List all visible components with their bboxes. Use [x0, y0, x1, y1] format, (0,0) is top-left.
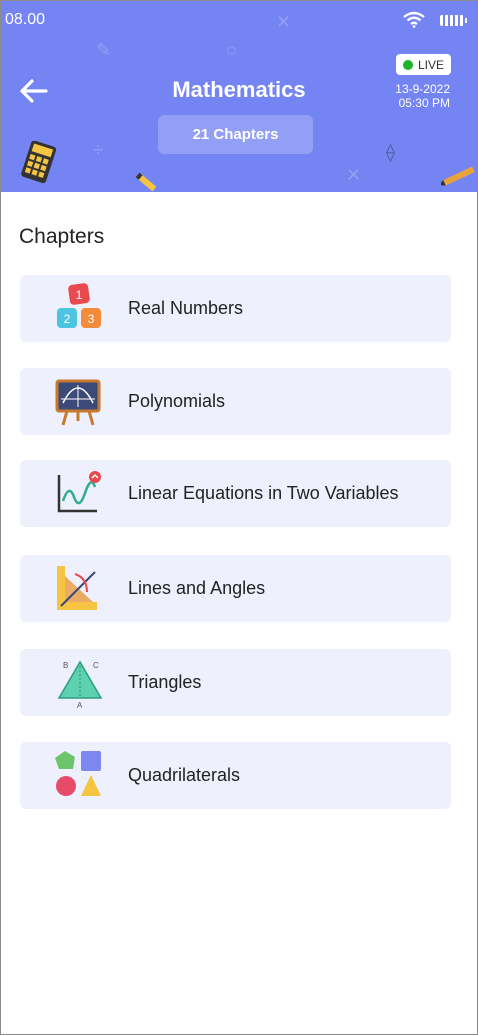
line-graph-icon: [57, 471, 101, 513]
chapter-label: Lines and Angles: [128, 578, 266, 598]
doodle-pencil-icon: ✎: [96, 40, 112, 60]
chapter-label: Linear Equations in Two Variables: [128, 483, 399, 503]
svg-text:3: 3: [88, 312, 95, 326]
chapter-card-lines-angles[interactable]: Lines and Angles: [20, 555, 451, 622]
header: ✕ ✎ ÷ ✕ ○ ⟠ 08.00 Mathematics 21 Chapter…: [1, 1, 477, 192]
ruler-pencil-icon: [441, 166, 475, 186]
triangle-icon: B C A: [57, 660, 103, 710]
chapter-card-quadrilaterals[interactable]: Quadrilaterals: [20, 742, 451, 809]
wifi-icon: [403, 11, 425, 28]
live-dot-icon: [402, 59, 413, 70]
calculator-icon: [21, 141, 57, 184]
chapter-count-button[interactable]: 21 Chapters: [158, 115, 313, 154]
svg-text:C: C: [93, 661, 99, 670]
compass-icon: ⟠: [386, 142, 395, 162]
number-blocks-icon: 1 2 3: [57, 283, 101, 328]
session-datetime: 13-9-2022 05:30 PM: [395, 82, 450, 110]
live-label: LIVE: [417, 57, 444, 72]
chapter-label: Real Numbers: [128, 298, 244, 318]
chapter-card-polynomials[interactable]: Polynomials: [20, 368, 451, 435]
chapter-label: Polynomials: [128, 391, 226, 411]
doodle-circle-icon: ○: [226, 40, 237, 60]
chapter-card-real-numbers[interactable]: 1 2 3 Real Numbers: [20, 275, 451, 342]
chapter-label: Quadrilaterals: [128, 765, 241, 785]
status-time: 08.00: [5, 11, 46, 28]
graph-board-icon: [55, 379, 101, 426]
session-time: 05:30 PM: [398, 96, 450, 110]
ruler-angle-icon: [57, 566, 97, 610]
chapter-card-linear-equations[interactable]: Linear Equations in Two Variables: [20, 460, 451, 527]
doodle-cross-icon: ✕: [346, 165, 362, 185]
battery-icon: [440, 15, 467, 26]
svg-text:2: 2: [64, 312, 71, 326]
svg-text:1: 1: [76, 288, 83, 302]
pencil-icon: [135, 172, 157, 192]
doodle-divide-icon: ÷: [93, 140, 103, 160]
section-title: Chapters: [19, 225, 105, 248]
svg-text:B: B: [63, 661, 68, 670]
live-badge: LIVE: [396, 54, 451, 75]
session-date: 13-9-2022: [395, 82, 450, 96]
app-screen: ✕ ✎ ÷ ✕ ○ ⟠ 08.00 Mathematics 21 Chapter…: [0, 0, 478, 1035]
svg-text:A: A: [77, 701, 83, 710]
chapter-card-triangles[interactable]: B C A Triangles: [20, 649, 451, 716]
shapes-icon: [55, 751, 101, 796]
chapter-label: Triangles: [128, 672, 202, 692]
doodle-plus-icon: ✕: [276, 12, 292, 32]
